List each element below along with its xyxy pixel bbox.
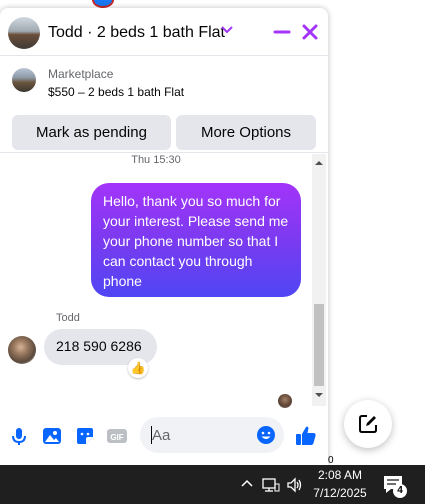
contact-avatar[interactable] bbox=[8, 17, 40, 49]
chat-header[interactable]: Todd · 2 beds 1 bath Flat bbox=[0, 8, 328, 56]
emoji-icon[interactable] bbox=[256, 425, 276, 445]
scroll-up-arrow-icon[interactable] bbox=[312, 158, 326, 168]
photo-icon[interactable] bbox=[41, 425, 63, 447]
notification-count-badge: 4 bbox=[393, 484, 407, 498]
listing-thumbnail[interactable] bbox=[12, 68, 36, 92]
message-input[interactable]: Aa bbox=[140, 417, 284, 453]
svg-text:GIF: GIF bbox=[110, 433, 123, 442]
sticker-icon[interactable] bbox=[74, 425, 96, 447]
mark-as-pending-button[interactable]: Mark as pending bbox=[12, 115, 171, 150]
marketplace-listing: Marketplace $550 – 2 beds 1 bath Flat Ma… bbox=[0, 56, 328, 153]
chat-title[interactable]: Todd · 2 beds 1 bath Flat bbox=[48, 24, 225, 42]
microphone-icon[interactable] bbox=[8, 425, 30, 447]
close-icon[interactable] bbox=[300, 22, 320, 42]
new-message-button[interactable] bbox=[344, 400, 392, 448]
seen-indicator-avatar bbox=[278, 394, 292, 408]
message-input-placeholder: Aa bbox=[152, 427, 171, 444]
listing-title[interactable]: $550 – 2 beds 1 bath Flat bbox=[48, 85, 184, 99]
compose-icon bbox=[359, 415, 377, 433]
taskbar-clock-time[interactable]: 2:08 AM bbox=[310, 468, 370, 482]
message-list: Thu 15:30 Hello, thank you so much for y… bbox=[0, 154, 328, 408]
thumbs-up-icon[interactable] bbox=[294, 424, 318, 448]
scrollbar-thumb[interactable] bbox=[314, 304, 324, 386]
listing-source: Marketplace bbox=[48, 67, 114, 81]
network-icon[interactable] bbox=[262, 476, 280, 494]
taskbar-clock-date[interactable]: 7/12/2025 bbox=[310, 486, 370, 500]
sender-name: Todd bbox=[56, 312, 80, 324]
more-options-button[interactable]: More Options bbox=[176, 115, 316, 150]
scroll-down-arrow-icon[interactable] bbox=[312, 390, 326, 400]
windows-taskbar: 2:08 AM 7/12/2025 4 bbox=[0, 465, 425, 504]
chat-window: Todd · 2 beds 1 bath Flat Marketplace $5… bbox=[0, 8, 328, 465]
outgoing-message[interactable]: Hello, thank you so much for your intere… bbox=[91, 183, 301, 297]
reaction-badge[interactable]: 👍 bbox=[128, 358, 148, 378]
sender-avatar[interactable] bbox=[8, 336, 36, 364]
message-scrollbar[interactable] bbox=[312, 154, 326, 406]
minimize-icon[interactable] bbox=[272, 22, 292, 42]
volume-icon[interactable] bbox=[286, 476, 304, 494]
background-avatar-peek bbox=[92, 0, 114, 8]
show-hidden-icons-icon[interactable] bbox=[240, 477, 254, 491]
gif-icon[interactable]: GIF bbox=[106, 425, 128, 447]
message-timestamp: Thu 15:30 bbox=[131, 154, 181, 166]
message-composer: GIF Aa bbox=[0, 413, 328, 457]
chevron-down-icon[interactable] bbox=[220, 23, 234, 37]
